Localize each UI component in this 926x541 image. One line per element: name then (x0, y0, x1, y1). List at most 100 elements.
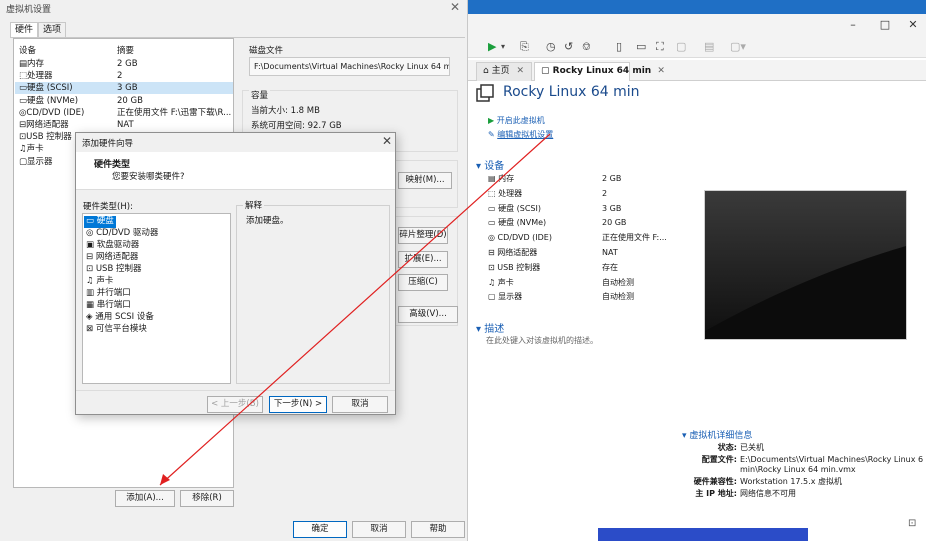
edit-settings-link[interactable]: ✎ 编辑虚拟机设置 (488, 129, 553, 140)
vm-title: Rocky Linux 64 min (503, 84, 640, 100)
device-row[interactable]: ⊡ USB 控制器 存在 (488, 260, 678, 275)
map-button[interactable]: 映射(M)... (398, 172, 452, 189)
fullscreen-icon[interactable]: ⛶ (656, 39, 664, 55)
device-value: NAT (602, 248, 618, 257)
hardware-type-item[interactable]: ⊡ USB 控制器 (84, 264, 143, 276)
compact-button[interactable]: 压缩(C) (398, 274, 448, 291)
unity-icon[interactable]: ▢ (676, 39, 686, 55)
view-options-icon[interactable]: ▢▾ (730, 39, 746, 55)
manage-snapshots-icon[interactable]: ⎊ (582, 39, 591, 55)
advanced-button[interactable]: 高级(V)... (398, 306, 458, 323)
snapshot-icon[interactable]: ◷ (546, 39, 556, 55)
tab-options[interactable]: 选项 (38, 22, 66, 38)
preview-image (705, 191, 906, 339)
hardware-type-label: 串行端口 (96, 300, 131, 310)
hardware-type-label: 并行端口 (96, 288, 131, 298)
device-row[interactable]: ▢ 显示器 自动检测 (488, 289, 678, 304)
hardware-name: 网络适配器 (26, 120, 69, 130)
play-icon[interactable]: ▶ (488, 39, 496, 55)
close-button[interactable]: ✕ (898, 16, 926, 34)
close-icon[interactable]: ✕ (516, 66, 524, 76)
power-on-link[interactable]: ▶ 开启此虚拟机 (488, 115, 545, 126)
next-button[interactable]: 下一步(N) > (269, 396, 327, 413)
memory-icon: ▤ (488, 174, 499, 183)
hardware-summary: 3 GB (117, 83, 138, 94)
remove-hardware-button[interactable]: 移除(R) (180, 490, 234, 507)
wizard-header-title: 硬件类型 (94, 160, 131, 170)
notes-icon[interactable]: ⊡ (908, 518, 916, 529)
chevron-down-icon[interactable]: ▾ (501, 39, 505, 55)
devices-section-header[interactable]: ▾ 设备 (476, 157, 504, 172)
send-keys-icon[interactable]: ⎘ (520, 39, 529, 55)
description-section-header[interactable]: ▾ 描述 (476, 320, 504, 335)
hardware-type-item[interactable]: ◎ CD/DVD 驱动器 (84, 228, 160, 240)
maximize-button[interactable]: □ (870, 16, 900, 34)
cd-icon: ◎ (488, 233, 498, 243)
disk-file-field[interactable]: F:\Documents\Virtual Machines\Rocky Linu… (249, 57, 450, 76)
vm-preview-thumbnail[interactable] (704, 190, 907, 340)
hardware-type-list[interactable]: ▭ 硬盘 ◎ CD/DVD 驱动器 ▣ 软盘驱动器 ⊟ 网络适配器 ⊡ USB 控制器 ♫… (82, 213, 231, 384)
minimize-button[interactable]: – (838, 16, 868, 34)
hardware-type-label: CD/DVD 驱动器 (96, 228, 159, 238)
help-button[interactable]: 帮助 (411, 521, 465, 538)
usb-icon: ⊡ (488, 262, 498, 272)
hardware-name: 处理器 (27, 71, 53, 82)
detail-config: 配置文件: E:\Documents\Virtual Machines\Rocky… (701, 455, 924, 464)
device-name: USB 控制器 (497, 262, 541, 272)
device-value: 20 GB (602, 218, 627, 228)
tab-hardware[interactable]: 硬件 (10, 22, 38, 38)
hardware-type-item[interactable]: ▭ 硬盘 (84, 216, 116, 228)
description-placeholder[interactable]: 在此处键入对该虚拟机的描述。 (486, 335, 598, 346)
disk-icon: ▭ (19, 95, 28, 106)
tab-vm[interactable]: ▢ Rocky Linux 64 min ✕ (534, 62, 665, 81)
hardware-type-item[interactable]: ▦ 串行端口 (84, 300, 133, 312)
chevron-down-icon: ▾ (682, 431, 687, 441)
library-view-icon[interactable]: ▯ (616, 39, 622, 55)
console-view-icon[interactable]: ▭ (636, 39, 646, 55)
device-row[interactable]: ▭ 硬盘 (NVMe) 20 GB (488, 215, 678, 230)
hardware-row[interactable]: ▭硬盘 (SCSI) 3 GB (15, 82, 233, 95)
device-row[interactable]: ⊟ 网络适配器 NAT (488, 245, 678, 260)
device-row[interactable]: ◎ CD/DVD (IDE) 正在使用文件 F:... (488, 230, 678, 245)
details-section-header[interactable]: ▾ 虚拟机详细信息 (682, 428, 752, 441)
hardware-type-item[interactable]: ⊠ 可信平台模块 (84, 324, 149, 336)
tab-home[interactable]: ⌂ 主页 ✕ (476, 62, 532, 81)
close-icon[interactable]: ✕ (382, 134, 392, 148)
cancel-button[interactable]: 取消 (332, 396, 388, 413)
wizard-header: 硬件类型 您要安装哪类硬件? (76, 152, 395, 190)
hardware-type-item[interactable]: ♫ 声卡 (84, 276, 115, 288)
parallel-port-icon: ▥ (86, 288, 97, 298)
hardware-type-label: 网络适配器 (95, 252, 139, 262)
hardware-row[interactable]: ⬚处理器 2 (15, 70, 233, 82)
add-hardware-button[interactable]: 添加(A)... (115, 490, 175, 507)
hardware-type-item[interactable]: ▥ 并行端口 (84, 288, 133, 300)
cancel-button[interactable]: 取消 (352, 521, 406, 538)
device-row[interactable]: ⬚ 处理器 2 (488, 186, 678, 201)
explain-label: 解释 (243, 199, 265, 211)
device-row[interactable]: ♫ 声卡 自动检测 (488, 275, 678, 290)
device-row[interactable]: ▭ 硬盘 (SCSI) 3 GB (488, 201, 678, 216)
cd-icon: ◎ (86, 228, 97, 238)
cpu-icon: ⬚ (488, 188, 499, 198)
detail-status: 状态: 已关机 (717, 443, 764, 452)
hardware-type-item[interactable]: ⊟ 网络适配器 (84, 252, 140, 264)
device-row[interactable]: ▤ 内存 2 GB (488, 171, 678, 186)
hardware-row[interactable]: ▤内存 2 GB (15, 58, 233, 70)
hardware-name: 内存 (27, 59, 45, 69)
back-button[interactable]: < 上一步(B) (207, 396, 263, 413)
defrag-button[interactable]: 碎片整理(D) (398, 227, 448, 244)
hardware-row[interactable]: ◎CD/DVD (IDE) 正在使用文件 F:\迅雷下载\R... (15, 107, 233, 119)
hardware-row[interactable]: ▭硬盘 (NVMe) 20 GB (15, 95, 233, 107)
hardware-type-item[interactable]: ◈ 通用 SCSI 设备 (84, 312, 156, 324)
terminal-icon[interactable]: ▤ (704, 39, 714, 55)
close-icon[interactable]: ✕ (657, 66, 665, 76)
serial-port-icon: ▦ (86, 300, 97, 310)
hardware-summary: NAT (117, 120, 134, 130)
close-icon[interactable]: ✕ (450, 0, 460, 14)
hardware-row[interactable]: ⊟网络适配器 NAT (15, 119, 233, 131)
hardware-type-item[interactable]: ▣ 软盘驱动器 (84, 240, 141, 252)
ok-button[interactable]: 确定 (293, 521, 347, 538)
revert-snapshot-icon[interactable]: ↺ (564, 39, 573, 55)
hardware-type-label: 软盘驱动器 (96, 240, 140, 250)
expand-button[interactable]: 扩展(E)... (398, 251, 448, 268)
